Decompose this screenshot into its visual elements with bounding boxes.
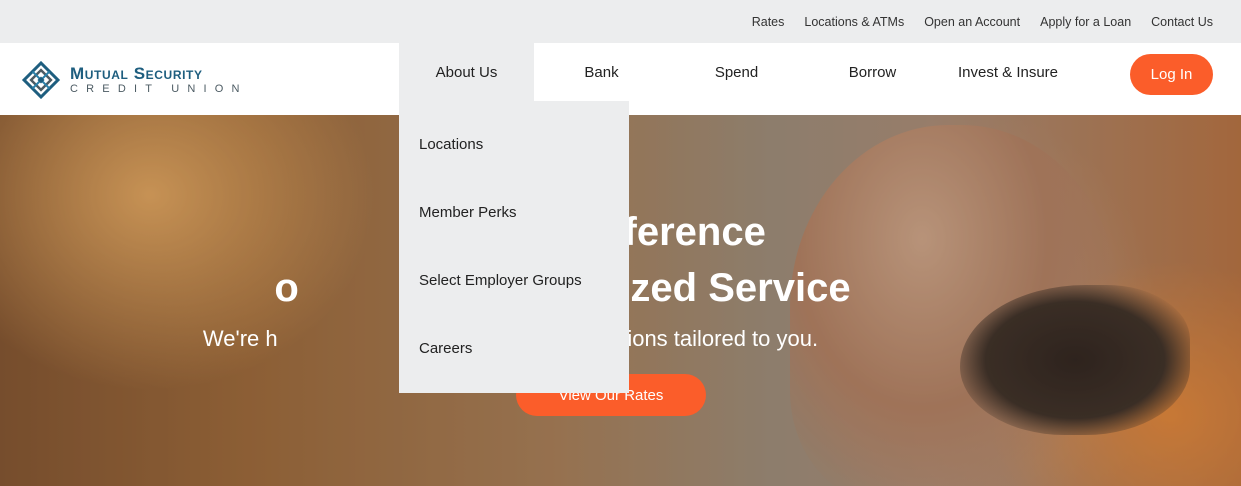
utility-link-open-account[interactable]: Open an Account [924,15,1020,29]
utility-bar: Rates Locations & ATMs Open an Account A… [0,0,1241,43]
utility-nav: Rates Locations & ATMs Open an Account A… [752,0,1213,43]
login-button[interactable]: Log In [1130,54,1213,95]
dropdown-item-select-employer-groups[interactable]: Select Employer Groups [419,272,582,289]
utility-link-contact-us[interactable]: Contact Us [1151,15,1213,29]
logo-line2: CREDIT UNION [70,83,248,95]
dropdown-item-member-perks[interactable]: Member Perks [419,204,517,221]
utility-link-locations-atms[interactable]: Locations & ATMs [804,15,904,29]
about-us-dropdown-menu: Locations Member Perks Select Employer G… [399,101,629,393]
logo-line1: Mutual Security [70,64,203,83]
dropdown-item-locations[interactable]: Locations [419,136,483,153]
diamond-logo-icon [21,61,61,99]
utility-link-apply-loan[interactable]: Apply for a Loan [1040,15,1131,29]
hero-title-line2-part2: zed Service [630,266,851,310]
nav-item-borrow[interactable]: Borrow [805,43,940,101]
nav-item-invest-insure[interactable]: Invest & Insure [940,43,1076,101]
hero-subtitle-part1: We're h [202,326,278,351]
nav-item-about-us[interactable]: About Us [399,43,534,101]
nav-item-spend[interactable]: Spend [669,43,804,101]
site-logo[interactable]: Mutual Security CREDIT UNION [19,61,248,99]
utility-link-rates[interactable]: Rates [752,15,785,29]
logo-text: Mutual Security CREDIT UNION [70,65,248,95]
nav-item-bank[interactable]: Bank [534,43,669,101]
dropdown-item-careers[interactable]: Careers [419,340,472,357]
